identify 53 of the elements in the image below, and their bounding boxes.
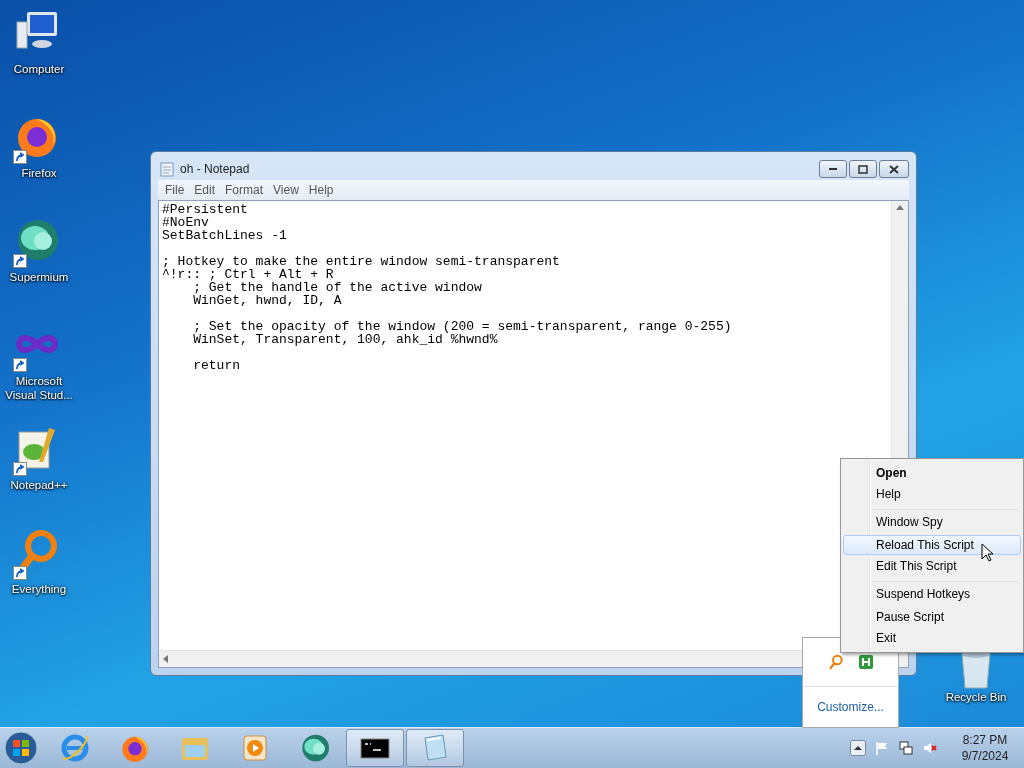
supermium-icon [299, 732, 331, 764]
context-menu-item[interactable]: Edit This Script [843, 556, 1021, 576]
shortcut-label: Firefox [20, 166, 58, 180]
shortcut-label: Notepad++ [9, 478, 69, 492]
desktop-shortcut[interactable]: Firefox [0, 112, 78, 216]
menu-item[interactable]: File [160, 183, 190, 197]
close-icon [889, 164, 899, 174]
taskbar-app-button[interactable] [346, 729, 404, 767]
notepad-app-icon [160, 161, 174, 177]
shortcut-label: Recycle Bin [944, 690, 1008, 704]
text-content[interactable]: #Persistent #NoEnv SetBatchLines -1 ; Hotkey to make the entire window semi-transparent ^!r:: ; Ctrl + Alt + R ; Get the handle of the active window WinGet, hwnd, ID, A ; Set the opacity of the window (200 = semi-transparent, range 0-255) WinSet, Transparent, 100, ahk_id %hwnd% return [159, 201, 735, 374]
volume-muted-icon[interactable] [922, 740, 938, 756]
context-menu-item[interactable]: Pause Script [843, 607, 1021, 627]
h-tray-icon[interactable] [857, 654, 874, 670]
shortcut-arrow-icon [13, 358, 27, 372]
network-icon[interactable] [898, 740, 914, 756]
clock-time: 8:27 PM [962, 732, 1008, 748]
context-menu-item[interactable]: Exit [843, 628, 1021, 648]
shortcut-label: Everything [10, 582, 68, 596]
desktop-shortcut[interactable]: Microsoft Visual Stud... [0, 320, 78, 424]
shortcut-arrow-icon [13, 566, 27, 580]
shortcut-label: Computer [12, 62, 66, 76]
scroll-up-icon[interactable] [896, 205, 904, 210]
menu-item[interactable]: View [268, 183, 304, 197]
shortcut-label: Supermium [8, 270, 70, 284]
recycle-bin[interactable]: Recycle Bin [940, 646, 1012, 704]
shortcut-arrow-icon [13, 254, 27, 268]
restore-button[interactable] [849, 160, 877, 178]
clock[interactable]: 8:27 PM 9/7/2024 [954, 732, 1016, 764]
shortcut-label: Microsoft Visual Stud... [4, 374, 74, 402]
minimize-icon [828, 167, 838, 171]
minimize-button[interactable] [819, 160, 847, 178]
menu-item[interactable]: Format [220, 183, 269, 197]
shortcut-arrow-icon [13, 150, 27, 164]
menu-item[interactable]: Edit [189, 183, 221, 197]
mouse-cursor-icon [981, 543, 995, 563]
magnifier-icon [827, 654, 844, 670]
clock-date: 9/7/2024 [961, 748, 1009, 764]
customize-link[interactable]: Customize... [817, 700, 884, 714]
show-hidden-icons-button[interactable] [850, 740, 866, 756]
scroll-left-icon[interactable] [163, 655, 168, 663]
e-logo-icon[interactable] [59, 732, 91, 764]
shortcut-arrow-icon [13, 462, 27, 476]
desktop-shortcut[interactable]: Notepad++ [0, 424, 78, 528]
close-button[interactable] [879, 160, 909, 178]
window-title: oh - Notepad [180, 162, 251, 176]
context-menu-item[interactable]: Reload This Script [843, 535, 1021, 555]
context-menu-item[interactable]: Help [843, 484, 1021, 504]
desktop-shortcut[interactable]: Computer [0, 8, 78, 112]
desktop-shortcut[interactable]: Supermium [0, 216, 78, 320]
context-menu-item[interactable]: Open [843, 463, 1021, 483]
menu-item[interactable]: Help [303, 183, 339, 197]
maximize-icon [858, 164, 868, 174]
